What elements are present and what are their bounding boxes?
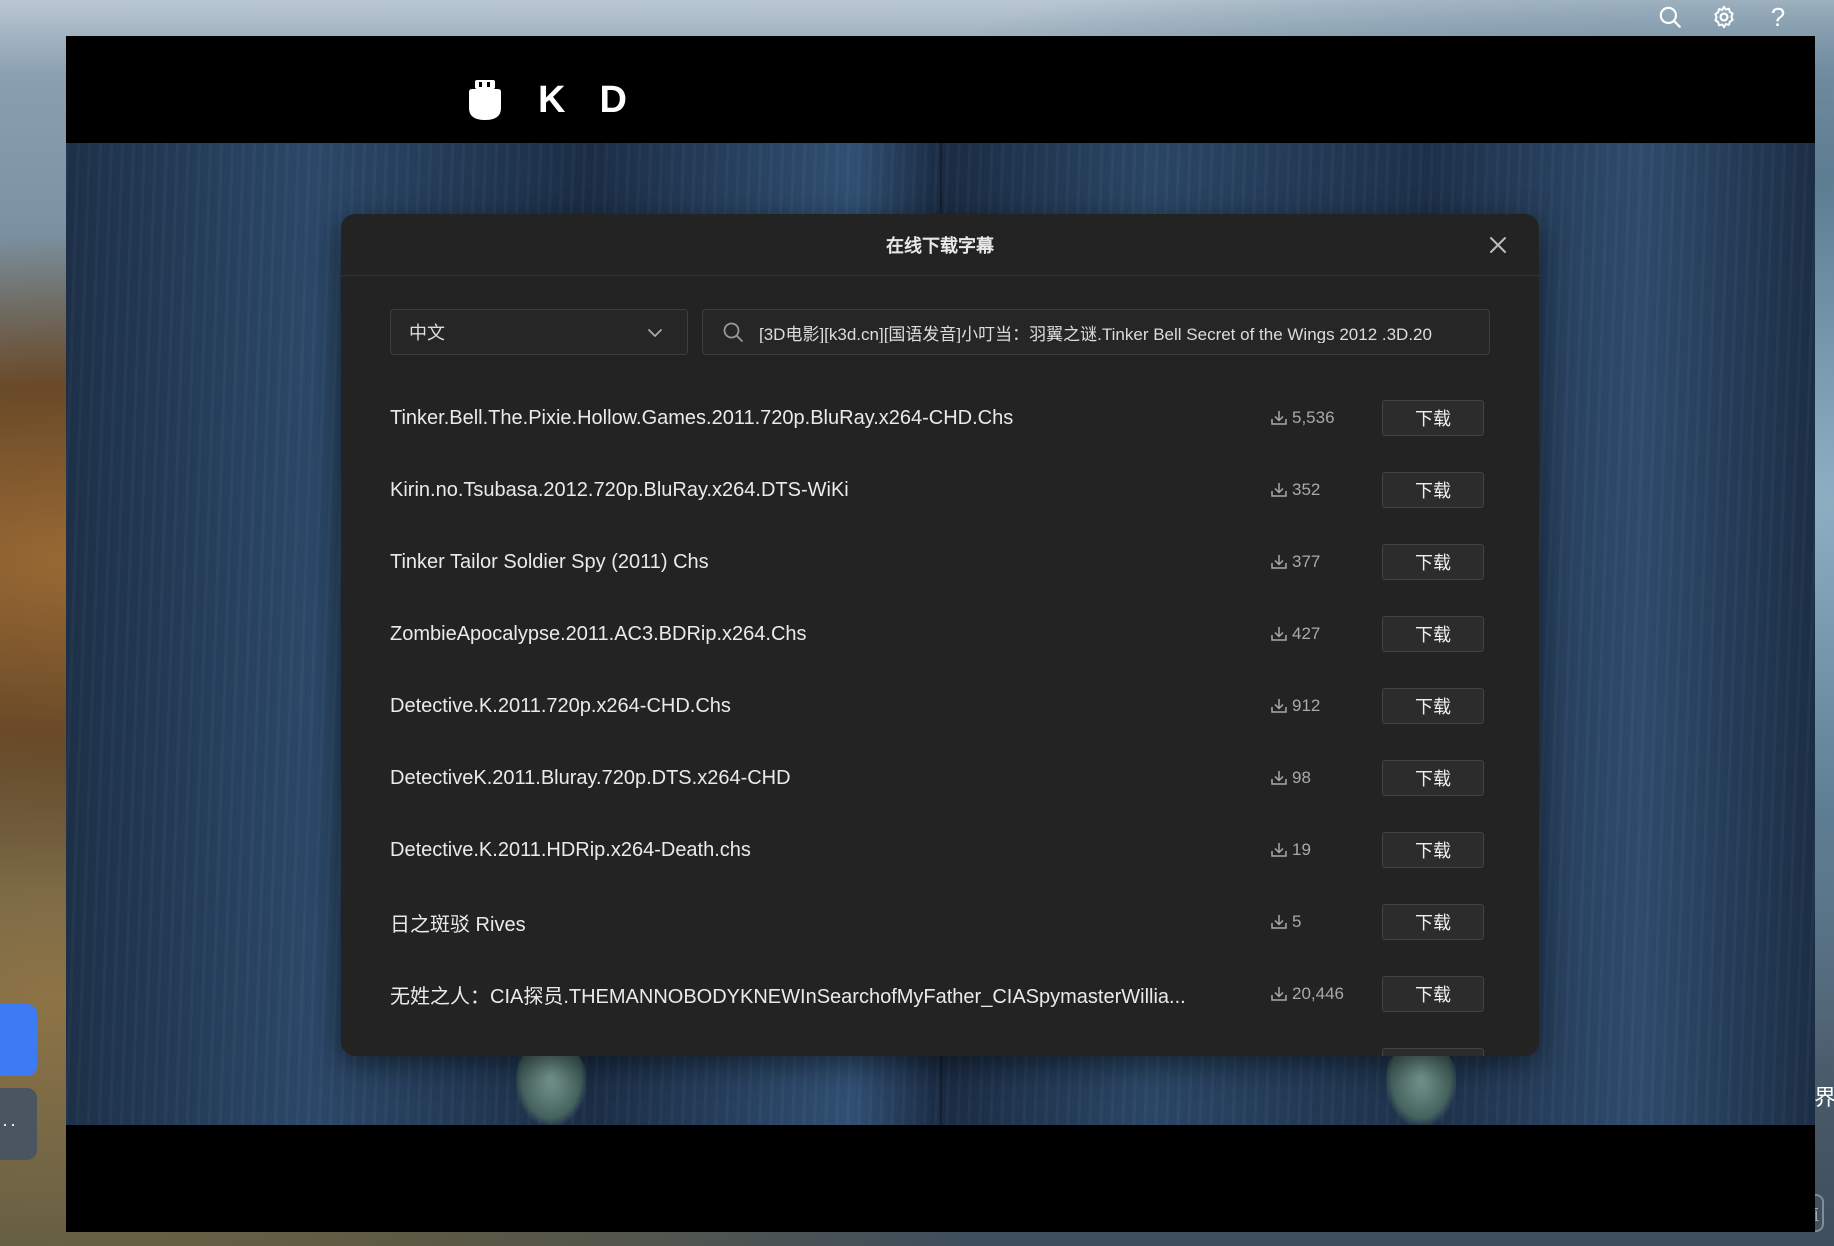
search-icon[interactable] (1654, 1, 1686, 33)
subtitle-name: Tinker Tailor Soldier Spy (2011) Chs (390, 550, 709, 573)
search-input[interactable] (757, 321, 1471, 343)
download-count: 352 (1270, 480, 1382, 500)
download-button-partial[interactable] (1382, 1048, 1484, 1056)
gear-icon[interactable] (1708, 1, 1740, 33)
download-count: 377 (1270, 552, 1382, 572)
help-label: ? (1770, 1, 1786, 32)
brand: K D (466, 78, 627, 122)
list-item: Tinker Tailor Soldier Spy (2011) Chs 377… (390, 526, 1490, 598)
subtitle-name: 无姓之人：CIA探员.THEMANNOBODYKNEWInSearchofMyF… (390, 985, 1186, 1008)
download-icon (1271, 627, 1287, 641)
close-icon (1490, 237, 1506, 253)
subtitle-name: Tinker.Bell.The.Pixie.Hollow.Games.2011.… (390, 406, 1014, 429)
download-count: 912 (1270, 696, 1382, 716)
download-count-value: 427 (1292, 624, 1321, 643)
subtitle-name: Detective.K.2011.HDRip.x264-Death.chs (390, 838, 751, 861)
download-count: 5,536 (1270, 408, 1382, 428)
download-count: 98 (1270, 768, 1382, 788)
download-button[interactable]: 下载 (1382, 904, 1484, 940)
download-button[interactable]: 下载 (1382, 976, 1484, 1012)
download-count: 5 (1270, 912, 1382, 932)
language-select[interactable]: 中文 (390, 309, 688, 355)
player-header: K D (66, 36, 1815, 143)
video-figure-left (516, 1045, 586, 1125)
download-count-value: 20,446 (1292, 984, 1344, 1003)
download-button[interactable]: 下载 (1382, 832, 1484, 868)
subtitle-name: DetectiveK.2011.Bluray.720p.DTS.x264-CHD (390, 766, 791, 789)
search-field[interactable] (702, 309, 1490, 355)
download-count-value: 5 (1292, 912, 1302, 931)
chevron-down-icon (648, 329, 662, 337)
download-icon (1271, 771, 1287, 785)
download-icon (1271, 699, 1287, 713)
download-icon (1271, 411, 1287, 425)
subtitle-name: 日之斑驳 Rives (390, 913, 526, 936)
more-dots: ·· (2, 1113, 18, 1134)
language-select-value: 中文 (409, 323, 445, 343)
subtitle-name: Kirin.no.Tsubasa.2012.720p.BluRay.x264.D… (390, 478, 849, 501)
download-count: 19 (1270, 840, 1382, 860)
download-button[interactable]: 下载 (1382, 760, 1484, 796)
download-button[interactable]: 下载 (1382, 400, 1484, 436)
top-toolbar: ? (1654, 0, 1834, 34)
subtitle-results-list: Tinker.Bell.The.Pixie.Hollow.Games.2011.… (390, 382, 1490, 1056)
side-tab-active[interactable] (0, 1004, 37, 1076)
subtitle-download-dialog: 在线下载字幕 中文 Tinker.Bell.The.Pixie.Hollow.G… (341, 214, 1539, 1056)
side-tab-more[interactable]: ·· (0, 1088, 37, 1160)
list-item: DetectiveK.2011.Bluray.720p.DTS.x264-CHD… (390, 742, 1490, 814)
video-figure-right (1386, 1045, 1456, 1125)
list-item: 日之斑驳 Rives 5 下载 (390, 886, 1490, 958)
list-item-partial (390, 1030, 1490, 1056)
list-item: Kirin.no.Tsubasa.2012.720p.BluRay.x264.D… (390, 454, 1490, 526)
download-count-value: 352 (1292, 480, 1321, 499)
download-button[interactable]: 下载 (1382, 472, 1484, 508)
subtitle-name: Detective.K.2011.720p.x264-CHD.Chs (390, 694, 731, 717)
download-count-value: 5,536 (1292, 408, 1335, 427)
list-item: Detective.K.2011.720p.x264-CHD.Chs 912 下… (390, 670, 1490, 742)
corner-text: 界 (1814, 1085, 1834, 1110)
download-icon (1271, 483, 1287, 497)
list-item: 无姓之人：CIA探员.THEMANNOBODYKNEWInSearchofMyF… (390, 958, 1490, 1030)
download-icon (1271, 987, 1287, 1001)
list-item: Tinker.Bell.The.Pixie.Hollow.Games.2011.… (390, 382, 1490, 454)
download-icon (1271, 915, 1287, 929)
player-footer (66, 1125, 1815, 1232)
download-count-value: 912 (1292, 696, 1321, 715)
dialog-title: 在线下载字幕 (341, 214, 1539, 276)
download-count-value: 19 (1292, 840, 1311, 859)
brand-letter-d: D (599, 78, 627, 121)
help-icon[interactable]: ? (1762, 1, 1794, 33)
download-button[interactable]: 下载 (1382, 688, 1484, 724)
download-icon (1271, 843, 1287, 857)
brand-letter-k: K (538, 78, 566, 121)
cup-icon (469, 80, 501, 120)
subtitle-name: ZombieApocalypse.2011.AC3.BDRip.x264.Chs (390, 622, 807, 645)
download-button[interactable]: 下载 (1382, 616, 1484, 652)
close-button[interactable] (1485, 232, 1511, 258)
download-count: 20,446 (1270, 984, 1382, 1004)
download-button[interactable]: 下载 (1382, 544, 1484, 580)
download-count: 427 (1270, 624, 1382, 644)
search-icon (723, 322, 743, 342)
download-icon (1271, 555, 1287, 569)
list-item: ZombieApocalypse.2011.AC3.BDRip.x264.Chs… (390, 598, 1490, 670)
download-count-value: 98 (1292, 768, 1311, 787)
list-item: Detective.K.2011.HDRip.x264-Death.chs 19… (390, 814, 1490, 886)
download-count-value: 377 (1292, 552, 1321, 571)
